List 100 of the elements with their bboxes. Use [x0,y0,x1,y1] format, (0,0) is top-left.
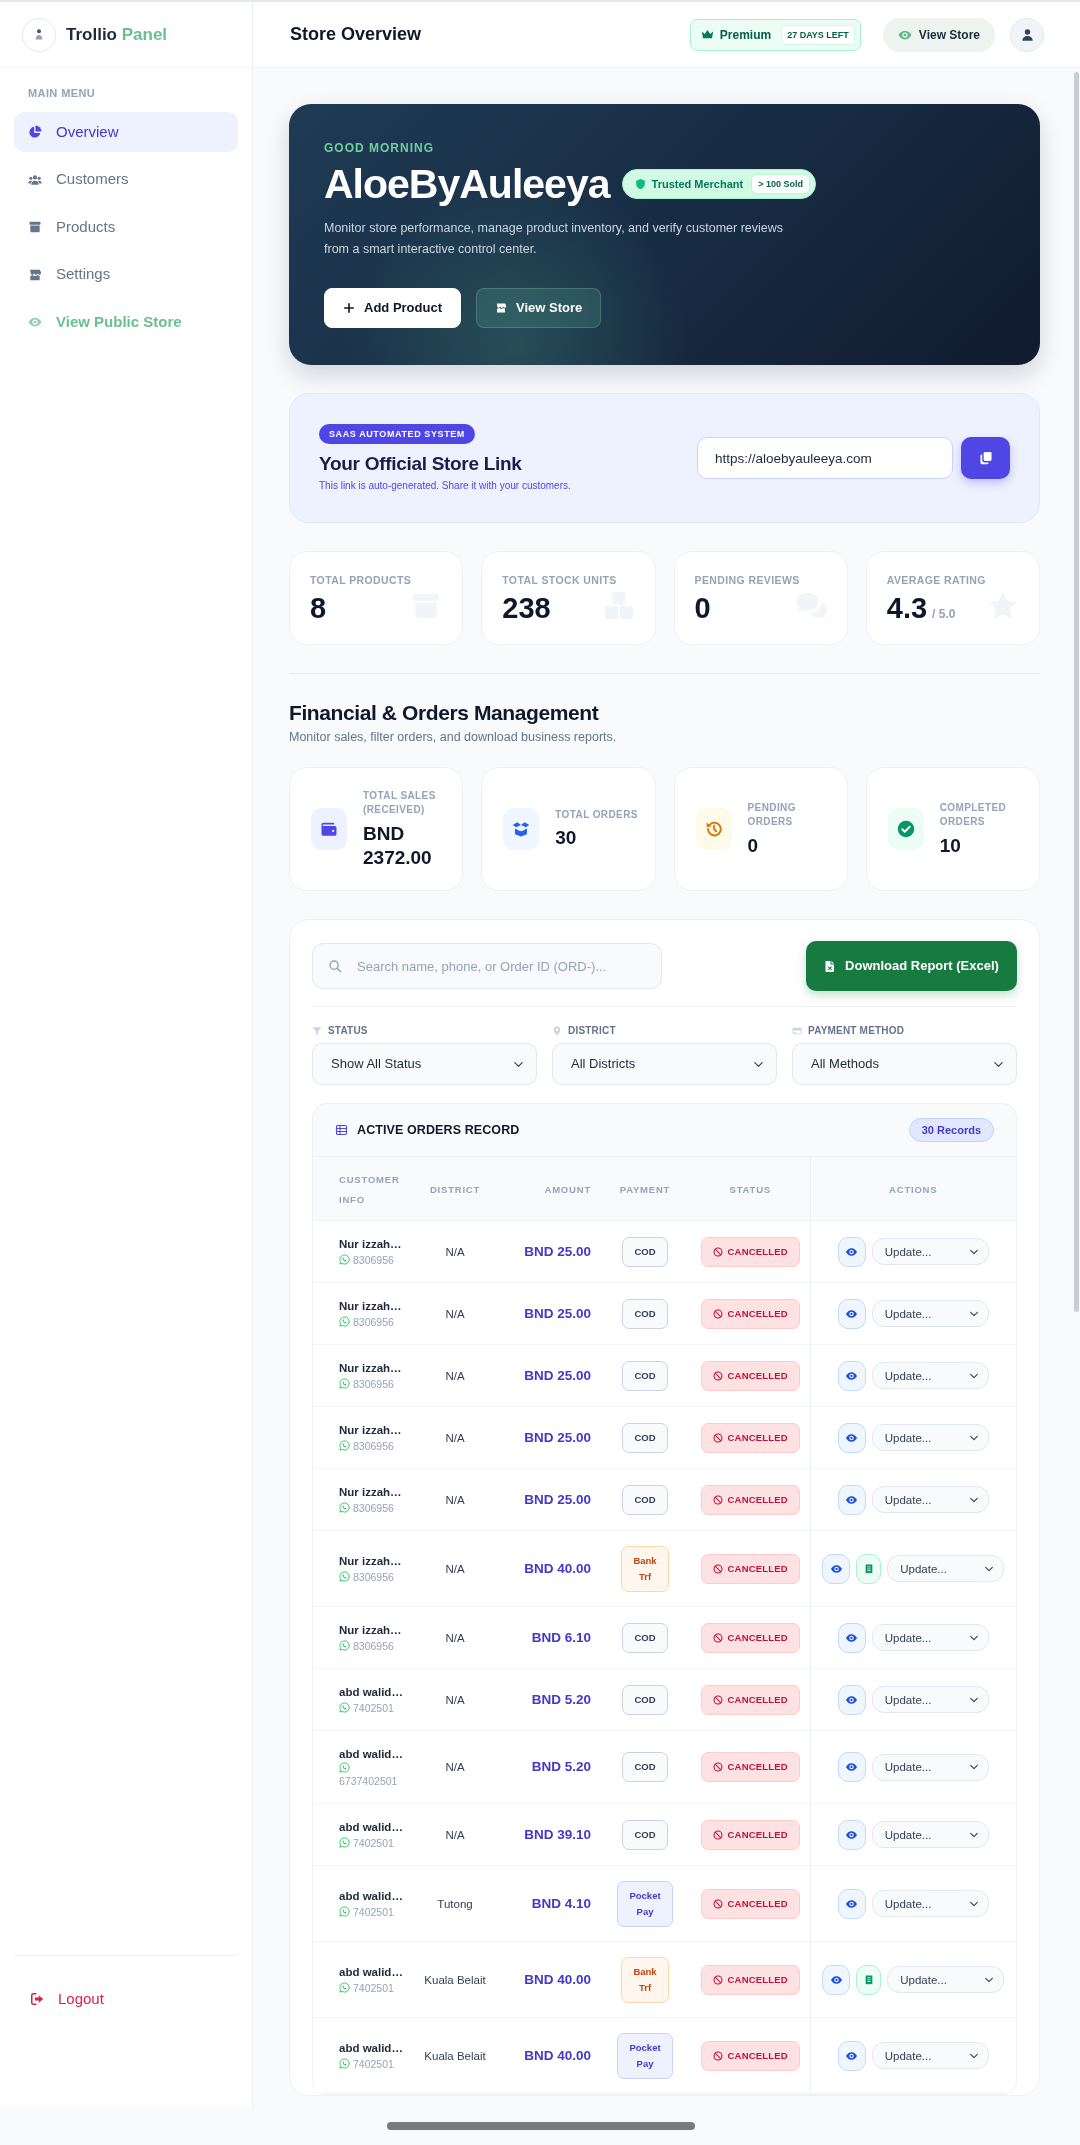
nav-item[interactable]: Customers [14,159,238,200]
status-label: CANCELLED [727,2048,788,2063]
eye-icon [845,1693,859,1706]
customer-name: Nur izzah… [339,1298,403,1314]
status-update-dropdown[interactable]: Update... [871,1238,989,1265]
map-pin-icon [552,1025,562,1036]
menu-section-label: MAIN MENU [28,87,96,100]
greeting-text: GOOD MORNING [324,140,434,156]
customer-name: Nur izzah… [339,1553,403,1569]
district-text: Tutong [437,1897,473,1910]
status-update-dropdown[interactable]: Update... [871,1300,989,1327]
status-update-dropdown[interactable]: Update... [871,1821,989,1848]
status-update-dropdown[interactable]: Update... [871,1362,989,1389]
ban-icon [712,1829,723,1840]
payment-badge: COD [622,1819,668,1850]
customer-name: abd walid… [339,1746,404,1762]
eye-icon [845,1631,859,1644]
eye-icon [845,1897,859,1910]
payment-badge: COD [622,1422,668,1453]
status-update-dropdown[interactable]: Update... [887,1555,1005,1582]
status-update-dropdown[interactable]: Update... [871,2042,989,2069]
whatsapp-icon [339,1982,350,1993]
view-order-button[interactable] [837,1888,866,1919]
hero-description: Monitor store performance, manage product inventory, and verify customer reviews from a smart interactive control center. [324,220,784,258]
status-label: CANCELLED [727,1561,788,1576]
filter-dropdown[interactable]: All Districts [552,1043,777,1085]
status-update-dropdown[interactable]: Update... [871,1424,989,1451]
whatsapp-icon [339,1254,350,1265]
page-title: Store Overview [290,23,422,46]
view-store-button[interactable]: View Store [882,17,995,52]
profile-button[interactable] [1010,17,1044,52]
sold-count-chip: > 100 Sold [751,174,810,194]
district-text: Kuala Belait [424,2049,486,2062]
eye-icon [845,1369,859,1382]
column-header: STATUS [729,1183,771,1195]
phone-number: 7402501 [353,2056,394,2072]
receipt-button[interactable] [856,1553,882,1584]
ban-icon [712,1694,723,1705]
copy-button[interactable] [961,437,1010,479]
status-update-dropdown[interactable]: Update... [887,1966,1005,1993]
status-update-dropdown[interactable]: Update... [871,1890,989,1917]
view-order-button[interactable] [837,1684,866,1715]
table-title: ACTIVE ORDERS RECORD [357,1121,520,1139]
filter-label: PAYMENT METHOD [808,1024,905,1037]
store-link-field[interactable]: https://aloebyauleeya.com [697,437,953,479]
status-update-dropdown[interactable]: Update... [871,1486,989,1513]
nav-item[interactable]: Overview [14,112,238,152]
whatsapp-icon [339,1316,350,1327]
filter-icon [312,1025,322,1036]
stat-value: 0 [694,591,711,625]
filter-label: DISTRICT [568,1024,616,1037]
logout-link[interactable]: Logout [14,1979,104,2019]
filter-dropdown[interactable]: Show All Status [312,1043,537,1085]
status-update-dropdown[interactable]: Update... [871,1686,989,1713]
phone-number: 8306956 [353,1638,394,1654]
status-update-dropdown[interactable]: Update... [871,1624,989,1651]
status-label: CANCELLED [727,1972,788,1987]
view-order-button[interactable] [837,1422,866,1453]
nav-item[interactable]: Settings [14,254,238,295]
store-link-title: Your Official Store Link [319,452,522,476]
receipt-button[interactable] [856,1964,882,1995]
district-text: N/A [445,1369,465,1382]
view-store-button[interactable]: View Store [476,288,602,328]
status-update-dropdown[interactable]: Update... [871,1753,989,1781]
stat-label: AVERAGE RATING [886,573,986,587]
status-label: CANCELLED [727,1896,788,1911]
view-order-button[interactable] [837,1752,866,1782]
payment-badge: COD [622,1622,668,1653]
filter-dropdown[interactable]: All Methods [792,1043,1017,1085]
view-order-button[interactable] [837,1622,866,1653]
view-order-button[interactable] [837,2040,866,2071]
search-field[interactable]: Search name, phone, or Order ID (ORD-)... [312,943,662,989]
whatsapp-icon [339,1906,350,1917]
payment-badge: COD [622,1484,668,1515]
view-order-button[interactable] [837,1298,866,1329]
horizontal-scrollbar[interactable] [387,2122,695,2130]
order-amount: BND 25.00 [524,1243,591,1259]
ban-icon [712,2050,723,2061]
nav-item[interactable]: Products [14,207,238,247]
ban-icon [712,1898,723,1909]
view-order-button[interactable] [837,1819,866,1850]
whatsapp-icon [339,1440,350,1451]
view-order-button[interactable] [837,1236,866,1267]
add-product-button[interactable]: Add Product [324,288,461,328]
view-order-button[interactable] [822,1964,851,1995]
eye-icon [829,1973,843,1986]
view-order-button[interactable] [837,1360,866,1391]
vertical-scrollbar[interactable] [1074,72,1079,1312]
whatsapp-icon [339,1761,350,1773]
view-order-button[interactable] [822,1553,851,1584]
stat-value: 238 [502,591,551,625]
ban-icon [712,1762,723,1772]
phone-number: 8306956 [353,1569,394,1585]
order-amount: BND 4.10 [531,1895,591,1911]
payment-badge: COD [622,1684,668,1715]
download-report-button[interactable]: Download Report (Excel) [806,941,1017,991]
finance-label: TOTAL SALES (RECEIVED) [363,788,437,817]
view-order-button[interactable] [837,1484,866,1515]
status-label: CANCELLED [727,1692,788,1707]
order-amount: BND 40.00 [524,2047,591,2063]
